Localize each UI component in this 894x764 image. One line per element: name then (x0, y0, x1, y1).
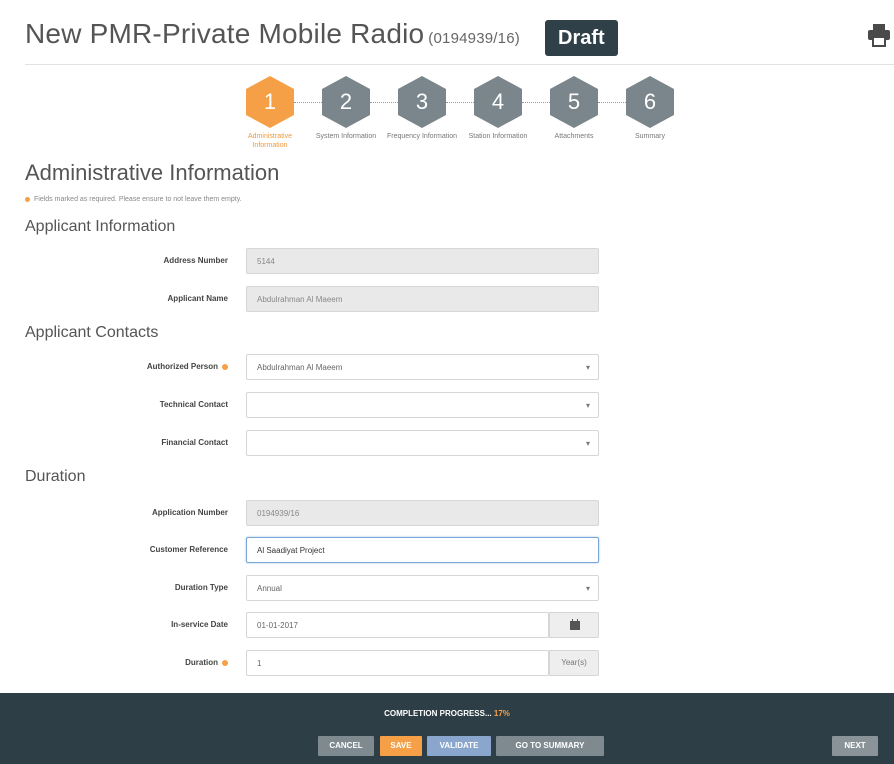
next-button[interactable]: NEXT (832, 736, 878, 756)
cancel-button[interactable]: CANCEL (318, 736, 374, 756)
duration-type-label: Duration Type (174, 583, 228, 592)
address-number-field: 5144 (246, 248, 599, 274)
duration-input[interactable]: 1 (246, 650, 549, 676)
address-number-row: Address Number 5144 (0, 248, 600, 276)
page-title-text: New PMR-Private Mobile Radio (25, 18, 425, 49)
application-number-field: 0194939/16 (246, 500, 599, 526)
duration-type-value: Annual (257, 584, 282, 593)
authorized-person-label: Authorized Person (147, 362, 228, 371)
customer-reference-row: Customer Reference Al Saadiyat Project (0, 537, 600, 565)
chevron-down-icon: ▾ (585, 584, 590, 593)
duration-unit: Year(s) (549, 650, 599, 676)
status-badge: Draft (545, 20, 618, 56)
step-administrative-information[interactable]: 1 Administrative Information (234, 76, 306, 150)
duration-label: Duration (185, 658, 228, 667)
step-system-information[interactable]: 2 System Information (310, 76, 382, 141)
progress-percent: 17% (493, 709, 510, 718)
technical-contact-label: Technical Contact (159, 400, 228, 409)
application-number-row: Application Number 0194939/16 (0, 500, 600, 528)
validate-button[interactable]: VALIDATE (427, 736, 491, 756)
progress-label: COMPLETION PROGRESS... (384, 709, 492, 718)
required-note: Fields marked as required. Please ensure… (25, 196, 242, 203)
duration-heading: Duration (25, 468, 86, 485)
authorized-person-value: Abdulrahman Al Maeem (257, 363, 343, 372)
printer-icon[interactable] (866, 22, 892, 48)
applicant-name-row: Applicant Name Abdulrahman Al Maeem (0, 286, 600, 314)
duration-row: Duration 1 Year(s) (0, 650, 600, 678)
application-number-label: Application Number (151, 508, 228, 517)
step-number: 2 (322, 76, 370, 128)
financial-contact-select[interactable]: ▾ (246, 430, 599, 456)
step-label: Frequency Information (386, 133, 458, 140)
step-frequency-information[interactable]: 3 Frequency Information (386, 76, 458, 141)
required-dot-icon (222, 363, 228, 370)
calendar-button[interactable] (549, 612, 599, 638)
step-label: Summary (635, 133, 665, 140)
step-number: 6 (626, 76, 674, 128)
required-dot-icon (222, 659, 228, 666)
applicant-name-label: Applicant Name (167, 294, 228, 303)
page-title: New PMR-Private Mobile Radio (0194939/16) (25, 18, 520, 50)
chevron-down-icon: ▾ (585, 363, 590, 372)
authorized-person-row: Authorized Person Abdulrahman Al Maeem ▾ (0, 354, 600, 382)
authorized-person-label-text: Authorized Person (146, 362, 218, 371)
step-number: 1 (246, 76, 294, 128)
save-button[interactable]: SAVE (380, 736, 422, 756)
duration-type-select[interactable]: Annual ▾ (246, 575, 599, 601)
completion-progress: COMPLETION PROGRESS... 17% (0, 709, 894, 718)
duration-label-text: Duration (185, 658, 218, 667)
go-to-summary-button[interactable]: GO TO SUMMARY (496, 736, 604, 756)
step-number: 5 (550, 76, 598, 128)
duration-type-row: Duration Type Annual ▾ (0, 575, 600, 603)
calendar-icon (570, 619, 580, 630)
footer-action-bar: COMPLETION PROGRESS... 17% CANCEL SAVE V… (0, 693, 894, 764)
customer-reference-input[interactable]: Al Saadiyat Project (246, 537, 599, 563)
step-number: 4 (474, 76, 522, 128)
authorized-person-select[interactable]: Abdulrahman Al Maeem ▾ (246, 354, 599, 380)
required-dot-icon (25, 196, 30, 202)
chevron-down-icon: ▾ (585, 401, 590, 410)
technical-contact-row: Technical Contact ▾ (0, 392, 600, 420)
financial-contact-label: Financial Contact (161, 438, 228, 447)
applicant-information-heading: Applicant Information (25, 218, 176, 235)
step-attachments[interactable]: 5 Attachments (538, 76, 610, 141)
step-label: System Information (315, 133, 377, 140)
financial-contact-row: Financial Contact ▾ (0, 430, 600, 458)
header-divider (25, 64, 894, 65)
step-summary[interactable]: 6 Summary (614, 76, 686, 141)
section-title: Administrative Information (25, 160, 280, 185)
customer-reference-label: Customer Reference (149, 545, 228, 554)
step-number: 3 (398, 76, 446, 128)
step-label: Administrative Information (248, 133, 292, 149)
step-station-information[interactable]: 4 Station Information (462, 76, 534, 141)
in-service-date-label: In-service Date (171, 620, 228, 629)
chevron-down-icon: ▾ (585, 439, 590, 448)
in-service-date-row: In-service Date 01-01-2017 (0, 612, 600, 640)
technical-contact-select[interactable]: ▾ (246, 392, 599, 418)
step-label: Attachments (554, 133, 594, 140)
in-service-date-input[interactable]: 01-01-2017 (246, 612, 549, 638)
step-label: Station Information (468, 133, 528, 140)
required-note-text: Fields marked as required. Please ensure… (34, 196, 242, 203)
page-header: New PMR-Private Mobile Radio (0194939/16)… (0, 0, 894, 66)
applicant-contacts-heading: Applicant Contacts (25, 324, 159, 341)
address-number-label: Address Number (163, 256, 228, 265)
applicant-name-field: Abdulrahman Al Maeem (246, 286, 599, 312)
wizard-stepper: 1 Administrative Information 2 System In… (0, 76, 894, 160)
application-reference: (0194939/16) (428, 30, 520, 47)
